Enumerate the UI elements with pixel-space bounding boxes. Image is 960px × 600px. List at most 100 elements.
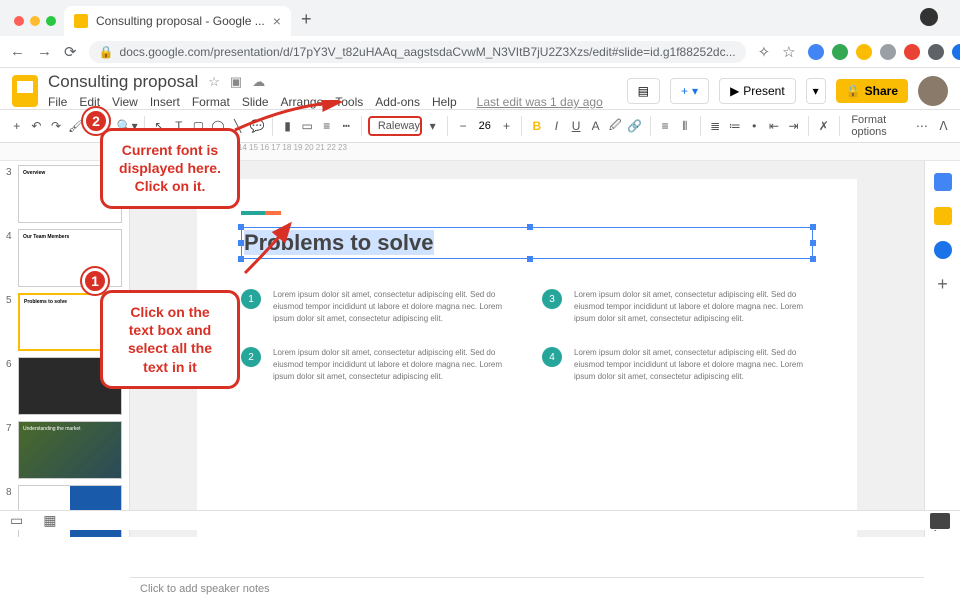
highlight-button[interactable]: 🖉	[606, 114, 624, 138]
numbered-list-button[interactable]: ≔	[726, 114, 744, 138]
minimize-window-icon[interactable]	[30, 16, 40, 26]
menu-edit[interactable]: Edit	[79, 95, 100, 109]
extension-icon[interactable]	[928, 44, 944, 60]
more-tools-button[interactable]: ⋯	[913, 114, 931, 138]
border-dash-button[interactable]: ┅	[338, 114, 356, 138]
back-button[interactable]: ←	[10, 43, 25, 60]
border-color-button[interactable]: ▭	[298, 114, 316, 138]
extension-icon[interactable]	[880, 44, 896, 60]
underline-button[interactable]: U	[567, 114, 585, 138]
resize-handle[interactable]	[527, 256, 533, 262]
menu-slide[interactable]: Slide	[242, 95, 269, 109]
extension-icon[interactable]	[856, 44, 872, 60]
resize-handle[interactable]	[238, 224, 244, 230]
account-avatar[interactable]	[918, 76, 948, 106]
window-controls[interactable]	[8, 16, 64, 36]
font-size-input[interactable]	[474, 120, 496, 132]
valign-button[interactable]: ⫴	[676, 114, 694, 138]
bulleted-list-button[interactable]: •	[745, 114, 763, 138]
comment-history-button[interactable]: ▤	[627, 78, 660, 104]
resize-handle[interactable]	[810, 256, 816, 262]
resize-handle[interactable]	[238, 240, 244, 246]
format-options-button[interactable]: Format options	[845, 114, 911, 138]
menu-format[interactable]: Format	[192, 95, 230, 109]
menu-insert[interactable]: Insert	[150, 95, 180, 109]
slide-title-text[interactable]: Problems to solve	[244, 230, 434, 255]
border-weight-button[interactable]: ≡	[318, 114, 336, 138]
resize-handle[interactable]	[810, 240, 816, 246]
menu-tools[interactable]: Tools	[335, 95, 363, 109]
forward-button[interactable]: →	[37, 43, 52, 60]
present-button[interactable]: ▶ Present	[719, 78, 796, 104]
slides-logo-icon[interactable]	[12, 75, 38, 107]
font-size-increase[interactable]: +	[498, 114, 516, 138]
new-tab-button[interactable]: +	[291, 9, 322, 36]
collapse-toolbar-button[interactable]: ᐱ	[935, 114, 953, 138]
decrease-indent-button[interactable]: ⇤	[765, 114, 783, 138]
resize-handle[interactable]	[810, 224, 816, 230]
bookmark-star-icon[interactable]: ☆	[782, 43, 795, 61]
cloud-save-icon[interactable]: ☁	[252, 74, 265, 90]
new-slide-button[interactable]: +	[8, 114, 26, 138]
grid-view-icon[interactable]: ▦	[43, 512, 56, 529]
document-title[interactable]: Consulting proposal	[48, 72, 198, 92]
address-bar[interactable]: 🔒 docs.google.com/presentation/d/17pY3V_…	[89, 41, 746, 63]
close-window-icon[interactable]	[14, 16, 24, 26]
menu-view[interactable]: View	[112, 95, 138, 109]
text-color-button[interactable]: A	[587, 114, 605, 138]
font-family-dropdown-icon[interactable]: ▾	[424, 114, 442, 138]
extension-icon[interactable]	[904, 44, 920, 60]
fill-color-button[interactable]: ▮	[279, 114, 297, 138]
list-item[interactable]: 1Lorem ipsum dolor sit amet, consectetur…	[241, 289, 512, 325]
resize-handle[interactable]	[527, 224, 533, 230]
filmstrip-view-icon[interactable]: ▭	[10, 512, 23, 529]
increase-indent-button[interactable]: ⇥	[785, 114, 803, 138]
share-button[interactable]: 🔒 Share	[836, 79, 908, 103]
resize-handle[interactable]	[238, 256, 244, 262]
maximize-window-icon[interactable]	[46, 16, 56, 26]
extension-icon[interactable]	[832, 44, 848, 60]
bold-button[interactable]: B	[528, 114, 546, 138]
list-item[interactable]: 4Lorem ipsum dolor sit amet, consectetur…	[542, 347, 813, 383]
reader-icon[interactable]: ✧	[758, 43, 771, 61]
font-size-decrease[interactable]: −	[454, 114, 472, 138]
extension-icon[interactable]	[952, 44, 960, 60]
slide-thumbnail[interactable]: Understanding the market	[18, 421, 122, 479]
extension-icon[interactable]	[808, 44, 824, 60]
italic-button[interactable]: I	[548, 114, 566, 138]
add-addon-icon[interactable]: +	[934, 275, 952, 293]
speaker-notes-input[interactable]: Click to add speaker notes	[130, 577, 924, 600]
link-button[interactable]: 🔗	[626, 114, 644, 138]
line-spacing-button[interactable]: ≣	[706, 114, 724, 138]
list-item[interactable]: 2Lorem ipsum dolor sit amet, consectetur…	[241, 347, 512, 383]
clear-format-button[interactable]: ✗	[815, 114, 833, 138]
menu-addons[interactable]: Add-ons	[375, 95, 420, 109]
redo-button[interactable]: ↷	[47, 114, 65, 138]
list-item[interactable]: 3Lorem ipsum dolor sit amet, consectetur…	[542, 289, 813, 325]
comment-tool[interactable]: 💬	[248, 114, 266, 138]
present-dropdown[interactable]: ▾	[806, 78, 826, 104]
slide-canvas[interactable]: Problems to solve 1Lorem ipsum dolor sit…	[197, 179, 857, 559]
slides-header: Consulting proposal ☆ ▣ ☁ File Edit View…	[0, 68, 960, 109]
align-button[interactable]: ≡	[656, 114, 674, 138]
side-panel: + ›	[924, 161, 960, 537]
star-icon[interactable]: ☆	[208, 74, 220, 90]
tasks-icon[interactable]	[934, 241, 952, 259]
font-family-selector[interactable]: Raleway	[368, 116, 422, 136]
menu-help[interactable]: Help	[432, 95, 457, 109]
menu-file[interactable]: File	[48, 95, 67, 109]
explore-button[interactable]	[930, 513, 950, 529]
move-icon[interactable]: ▣	[230, 74, 242, 90]
calendar-icon[interactable]	[934, 173, 952, 191]
add-dropdown-button[interactable]: + ▾	[670, 78, 709, 104]
reload-button[interactable]: ⟳	[64, 43, 77, 61]
lock-icon: 🔒	[99, 45, 114, 59]
paint-format-button[interactable]: 🖌	[67, 114, 85, 138]
title-textbox-selected[interactable]: Problems to solve	[241, 227, 813, 259]
browser-tab[interactable]: Consulting proposal - Google ... ×	[64, 6, 291, 36]
last-edit-link[interactable]: Last edit was 1 day ago	[477, 95, 603, 109]
keep-icon[interactable]	[934, 207, 952, 225]
menu-arrange[interactable]: Arrange	[281, 95, 324, 109]
tab-close-icon[interactable]: ×	[273, 13, 281, 29]
undo-button[interactable]: ↶	[28, 114, 46, 138]
